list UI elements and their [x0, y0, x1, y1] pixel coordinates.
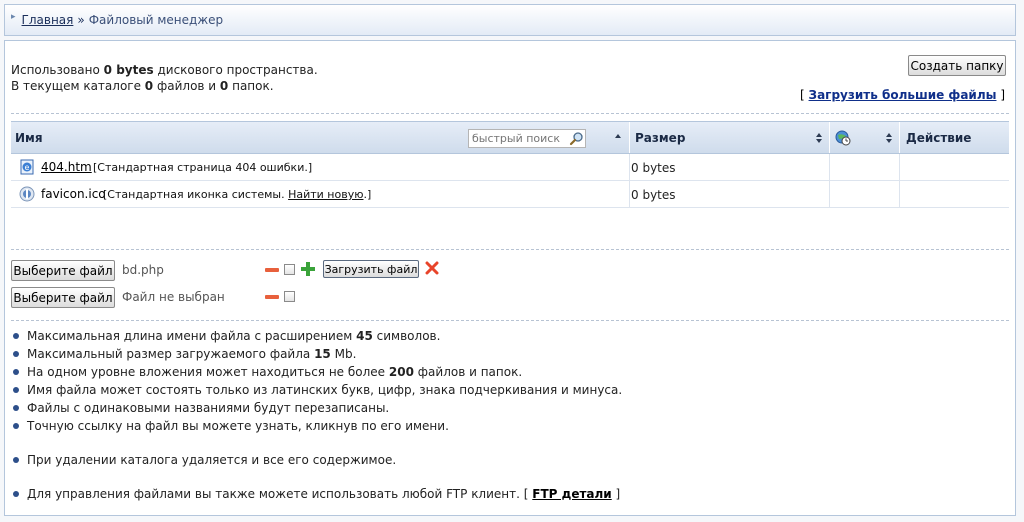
chosen-file-name: bd.php [122, 263, 164, 277]
bullet-icon [13, 491, 19, 497]
bullet-icon [13, 333, 19, 339]
file-description: [Стандартная страница 404 ошибки.] [93, 161, 313, 174]
ftp-details-link[interactable]: FTP детали [532, 487, 611, 501]
row-checkbox[interactable] [284, 291, 295, 302]
modified-date-icon[interactable] [835, 130, 851, 146]
file-name-link[interactable]: 404.htm [41, 160, 92, 174]
column-header-size[interactable]: Размер [635, 122, 685, 153]
bullet-icon [13, 369, 19, 375]
file-size: 0 bytes [631, 161, 676, 175]
favicon-file-icon [19, 186, 35, 202]
files-count: 0 [144, 79, 154, 93]
disk-usage-text: Использовано 0 bytes дискового пространс… [11, 63, 318, 77]
add-row-icon[interactable] [301, 262, 315, 276]
delete-icon[interactable] [425, 261, 439, 275]
row-checkbox[interactable] [284, 264, 295, 275]
column-header-name[interactable]: Имя [15, 122, 43, 153]
page-title: Файловый менеджер [88, 13, 224, 27]
breadcrumb-separator: » [77, 13, 85, 27]
bullet-icon [13, 405, 19, 411]
file-manager-panel: Использовано 0 bytes дискового пространс… [4, 40, 1016, 516]
column-header-action: Действие [906, 130, 972, 145]
bullet-icon [13, 457, 19, 463]
find-new-icon-link[interactable]: Найти новую [288, 188, 363, 201]
choose-file-button[interactable]: Выберите файл [11, 287, 115, 308]
sort-name-icon[interactable] [614, 133, 622, 143]
html-file-icon: e [20, 159, 34, 175]
sort-date-icon[interactable] [885, 133, 893, 143]
chosen-file-name: Файл не выбран [122, 290, 225, 304]
bullet-icon [13, 351, 19, 357]
search-icon[interactable] [569, 131, 584, 146]
divider [11, 113, 1009, 114]
table-row: favicon.ico [Стандартная иконка системы.… [11, 181, 1009, 208]
folders-count: 0 [219, 79, 229, 93]
breadcrumb-arrow-icon: ▸ [11, 12, 16, 22]
table-row: e 404.htm [Стандартная страница 404 ошиб… [11, 154, 1009, 181]
breadcrumb-home-link[interactable]: Главная [22, 13, 74, 27]
upload-big-files-link-wrap: [ Загрузить большие файлы ] [800, 88, 1005, 102]
table-header: Имя Размер Действие [11, 121, 1009, 154]
file-size: 0 bytes [631, 188, 676, 202]
svg-text:e: e [25, 163, 30, 172]
divider [11, 320, 1009, 321]
bullet-icon [13, 423, 19, 429]
remove-row-icon[interactable] [265, 268, 279, 272]
upload-big-files-link[interactable]: Загрузить большие файлы [809, 88, 997, 102]
file-description: [Стандартная иконка системы. Найти новую… [103, 188, 372, 201]
disk-used-value: 0 bytes [103, 63, 154, 77]
sort-size-icon[interactable] [815, 133, 823, 143]
divider [11, 249, 1009, 250]
upload-file-button[interactable]: Загрузить файл [323, 260, 419, 278]
remove-row-icon[interactable] [265, 295, 279, 299]
breadcrumb: ▸ Главная » Файловый менеджер [4, 4, 1016, 36]
choose-file-button[interactable]: Выберите файл [11, 260, 115, 281]
bullet-icon [13, 387, 19, 393]
directory-stats-text: В текущем каталоге 0 файлов и 0 папок. [11, 79, 274, 93]
file-name-link[interactable]: favicon.ico [41, 187, 106, 201]
create-folder-button[interactable]: Создать папку [908, 55, 1006, 76]
